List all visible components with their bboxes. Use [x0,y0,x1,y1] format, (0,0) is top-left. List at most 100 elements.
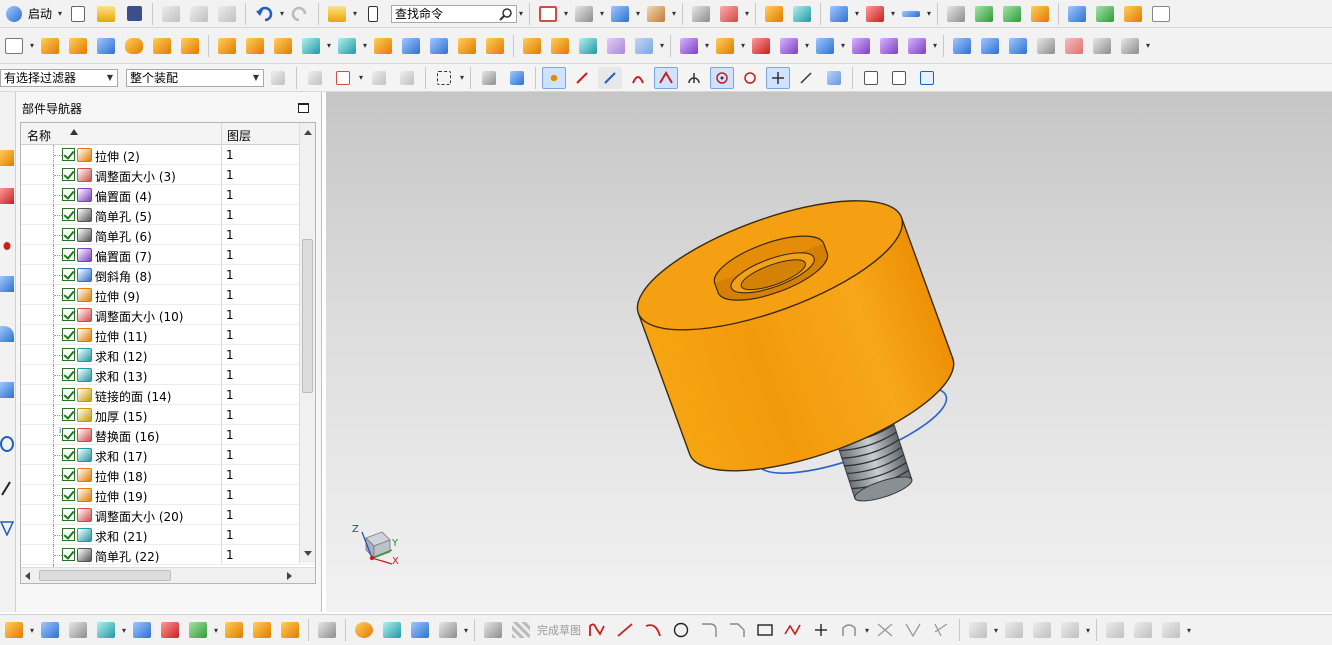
chevron-down-icon[interactable]: ▾ [739,41,747,50]
through-curves-icon[interactable] [978,35,1002,57]
roles-icon[interactable] [0,520,15,537]
studio-surface-icon[interactable] [1034,35,1058,57]
web-browser-icon[interactable] [0,326,14,342]
chevron-down-icon[interactable]: ▾ [56,9,64,18]
snap-quadrant-icon[interactable] [738,67,762,89]
visibility-checkbox[interactable] [62,288,75,301]
offset-face-icon[interactable] [455,35,479,57]
make-corner-icon[interactable] [929,619,953,641]
constraint-navigator-icon[interactable] [0,188,14,204]
chevron-down-icon[interactable]: ▾ [278,9,286,18]
chevron-down-icon[interactable]: ▾ [361,41,369,50]
start-icon[interactable] [2,3,26,25]
text-icon[interactable] [1149,3,1173,25]
chevron-down-icon[interactable]: ▾ [562,9,570,18]
chevron-down-icon[interactable]: ▾ [703,41,711,50]
sketch-task-icon[interactable] [481,619,505,641]
tree-row[interactable]: 求和 (21) 1 [21,525,315,545]
boss-icon[interactable] [178,35,202,57]
derived-line-icon[interactable] [1159,619,1183,641]
tree-row[interactable]: 拉伸 (2) 1 [21,145,315,165]
block-icon[interactable] [94,35,118,57]
visibility-checkbox[interactable] [62,348,75,361]
dimension-icon[interactable] [966,619,990,641]
chevron-down-icon[interactable]: ▾ [28,626,36,635]
chevron-down-icon[interactable]: ▾ [458,73,466,82]
snap-view-icon[interactable] [827,3,851,25]
visibility-checkbox[interactable] [62,508,75,521]
select-all-icon[interactable] [266,67,290,89]
snap-midpoint-icon[interactable] [598,66,622,89]
fillet-icon[interactable] [697,619,721,641]
assembly-navigator-icon[interactable] [0,150,14,166]
tree-row[interactable]: 偏置面 (4) 1 [21,185,315,205]
analysis-icon[interactable] [790,3,814,25]
copy-face-icon[interactable] [905,35,929,57]
start-menu-button[interactable]: 启动 [28,5,52,22]
system-materials-icon[interactable] [0,480,14,496]
revolve-icon[interactable] [66,35,90,57]
tree-row[interactable]: i 替换面 (16) 1 [21,425,315,445]
tree-row[interactable]: 调整面大小 (10) 1 [21,305,315,325]
visibility-checkbox[interactable] [62,468,75,481]
face-blend-icon[interactable] [604,35,628,57]
workplane-icon[interactable] [915,67,939,89]
visibility-checkbox[interactable] [62,228,75,241]
note-icon[interactable] [1028,3,1052,25]
project-curve-icon[interactable] [1131,619,1155,641]
link-icon[interactable] [352,619,376,641]
scroll-down-icon[interactable] [304,551,312,556]
chevron-down-icon[interactable]: ▾ [120,626,128,635]
pattern-icon[interactable] [243,35,267,57]
circle-icon[interactable] [669,619,693,641]
quick-trim-icon[interactable] [873,619,897,641]
tree-row[interactable]: 倒斜角 (8) 1 [21,265,315,285]
chevron-down-icon[interactable]: ▾ [325,41,333,50]
new-file-icon[interactable] [66,3,90,25]
select-solid-icon[interactable] [477,67,501,89]
visibility-checkbox[interactable] [62,448,75,461]
snap-arc-center-icon[interactable] [682,67,706,89]
horizontal-scrollbar[interactable] [21,567,315,583]
layer-list-icon[interactable] [1000,3,1024,25]
layer-settings-icon[interactable] [689,3,713,25]
chevron-down-icon[interactable]: ▾ [212,626,220,635]
grid-icon[interactable] [859,67,883,89]
offset-surface-icon[interactable] [1062,35,1086,57]
snap-all-icon[interactable] [542,66,566,89]
resize-face-icon[interactable] [813,35,837,57]
visibility-checkbox[interactable] [62,268,75,281]
chevron-down-icon[interactable]: ▾ [634,9,642,18]
select-body-icon[interactable] [395,67,419,89]
chevron-down-icon[interactable]: ▾ [351,9,359,18]
sequence-icon[interactable] [250,619,274,641]
auto-constrain-icon[interactable] [1058,619,1082,641]
scroll-right-icon[interactable] [287,572,292,580]
info-icon[interactable] [361,3,385,25]
select-face-icon[interactable] [331,67,355,89]
horizontal-scroll-thumb[interactable] [39,570,171,581]
mirror-face-icon[interactable] [877,35,901,57]
tree-row[interactable]: 拉伸 (19) 1 [21,485,315,505]
rectangle-icon[interactable] [753,619,777,641]
trim-sheet-icon[interactable] [1090,35,1114,57]
tree-row[interactable]: 拉伸 (18) 1 [21,465,315,485]
thicken-icon[interactable] [632,35,656,57]
column-name-header[interactable]: 名称 [27,127,51,144]
tree-row[interactable]: 简单孔 (6) 1 [21,225,315,245]
trim-body-icon[interactable] [399,35,423,57]
move-component-icon[interactable] [130,619,154,641]
tree-row[interactable]: 简单孔 (22) 1 [21,545,315,565]
chevron-down-icon[interactable]: ▾ [1144,41,1152,50]
part-list-icon[interactable] [408,619,432,641]
visibility-checkbox[interactable] [62,428,75,441]
history-icon[interactable] [0,382,14,398]
snap-control-icon[interactable] [626,67,650,89]
measure-distance-icon[interactable] [899,3,923,25]
new-component-icon[interactable] [66,619,90,641]
visibility-checkbox[interactable] [62,148,75,161]
mirror-curve-icon[interactable] [1103,619,1127,641]
snap-existing-point-icon[interactable] [766,66,790,89]
selection-scope-select[interactable]: 整个装配 ▼ [126,68,264,87]
chevron-down-icon[interactable]: ▾ [462,626,470,635]
